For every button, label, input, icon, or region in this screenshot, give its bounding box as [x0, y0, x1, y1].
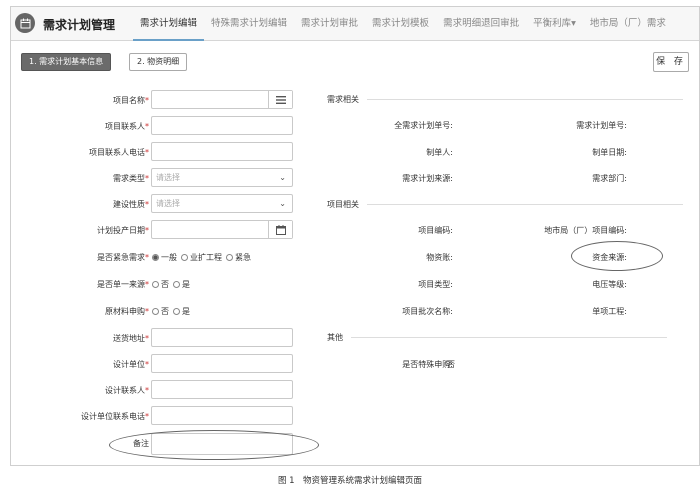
urgent-radio-group: 一般 业扩工程 紧急 [152, 252, 251, 263]
special-purchase-value: 否 [447, 360, 455, 369]
app-window: 需求计划管理 需求计划编辑 特殊需求计划编辑 需求计划审批 需求计划模板 需求明… [10, 6, 700, 466]
radio-icon [152, 281, 159, 288]
demand-dept-label: 需求部门: [592, 174, 627, 183]
create-date-label: 制单日期: [592, 148, 627, 157]
tab-bar: 需求计划编辑 特殊需求计划编辑 需求计划审批 需求计划模板 需求明细退回审批 平… [133, 7, 673, 41]
tab-return-approval[interactable]: 需求明细退回审批 [436, 7, 526, 41]
plan-date-input[interactable] [151, 220, 293, 239]
raw-material-label: 原材料申购* [105, 307, 149, 316]
voltage-level-label: 电压等级: [592, 280, 627, 289]
special-purchase-label: 是否特殊申购: [402, 360, 453, 369]
is-urgent-label: 是否紧急需求* [97, 253, 149, 262]
chevron-down-icon: ⌄ [279, 199, 286, 208]
urgent-option-expansion[interactable]: 业扩工程 [181, 252, 222, 263]
design-unit-label: 设计单位* [113, 360, 149, 369]
tab-special-plan-edit[interactable]: 特殊需求计划编辑 [204, 7, 294, 41]
date-picker-button[interactable] [268, 221, 292, 238]
section-demand: 需求相关 [327, 94, 683, 105]
save-button[interactable]: 保 存 [653, 52, 689, 72]
project-name-label: 项目名称* [113, 96, 149, 105]
plan-date-label: 计划投产日期* [97, 226, 149, 235]
project-contact-phone-label: 项目联系人电话* [89, 148, 149, 157]
top-bar: 需求计划管理 需求计划编辑 特殊需求计划编辑 需求计划审批 需求计划模板 需求明… [11, 7, 699, 41]
project-code-label: 项目编码: [418, 226, 453, 235]
fund-source-label: 资金来源: [592, 253, 627, 262]
demand-type-select[interactable]: 请选择 ⌄ [151, 168, 293, 187]
single-source-radio-group: 否 是 [152, 279, 190, 290]
list-picker-button[interactable] [268, 91, 292, 108]
construction-nature-select[interactable]: 请选择 ⌄ [151, 194, 293, 213]
project-contact-phone-input[interactable] [151, 142, 293, 161]
tab-plan-edit[interactable]: 需求计划编辑 [133, 7, 205, 41]
delivery-address-label: 送货地址* [113, 334, 149, 343]
plan-no-label: 需求计划单号: [576, 121, 627, 130]
single-source-no[interactable]: 否 [152, 279, 169, 290]
remark-label: 备注 [133, 439, 149, 448]
tab-plan-approval[interactable]: 需求计划审批 [294, 7, 365, 41]
calendar-icon [15, 13, 35, 33]
section-project: 项目相关 [327, 199, 683, 210]
full-plan-no-label: 全需求计划单号: [394, 121, 453, 130]
delivery-address-input[interactable] [151, 328, 293, 347]
project-name-input[interactable] [151, 90, 293, 109]
design-contact-label: 设计联系人* [105, 386, 149, 395]
project-type-label: 项目类型: [418, 280, 453, 289]
list-icon [275, 95, 286, 104]
single-source-yes[interactable]: 是 [173, 279, 190, 290]
approval-name-label: 项目批次名称: [402, 307, 453, 316]
design-contact-phone-label: 设计单位联系电话* [81, 412, 149, 421]
urgent-option-normal[interactable]: 一般 [152, 252, 177, 263]
construction-nature-label: 建设性质* [113, 200, 149, 209]
section-other: 其他 [327, 332, 667, 343]
radio-checked-icon [152, 254, 159, 261]
project-contact-input[interactable] [151, 116, 293, 135]
step-basic-info-button[interactable]: 1. 需求计划基本信息 [21, 53, 112, 71]
radio-icon [173, 308, 180, 315]
raw-material-no[interactable]: 否 [152, 306, 169, 317]
tab-city-demand[interactable]: 地市局（厂）需求 [583, 7, 673, 41]
design-contact-phone-input[interactable] [151, 406, 293, 425]
raw-material-radio-group: 否 是 [152, 306, 190, 317]
raw-material-yes[interactable]: 是 [173, 306, 190, 317]
radio-icon [181, 254, 188, 261]
step-material-detail-button[interactable]: 2. 物资明细 [129, 53, 188, 71]
radio-icon [226, 254, 233, 261]
plan-source-label: 需求计划来源: [402, 174, 453, 183]
project-contact-label: 项目联系人* [105, 122, 149, 131]
demand-type-label: 需求类型* [113, 174, 149, 183]
figure-caption: 图 1 物资管理系统需求计划编辑页面 [277, 476, 423, 486]
calendar-icon [275, 224, 286, 235]
single-project-label: 单项工程: [592, 307, 627, 316]
remark-input[interactable] [151, 433, 293, 455]
material-account-label: 物资账: [426, 253, 453, 262]
tab-plan-template[interactable]: 需求计划模板 [365, 7, 436, 41]
city-project-code-label: 地市局（厂）项目编码: [544, 226, 627, 235]
radio-icon [152, 308, 159, 315]
radio-icon [173, 281, 180, 288]
urgent-option-urgent[interactable]: 紧急 [226, 252, 251, 263]
app-title: 需求计划管理 [43, 18, 116, 32]
design-unit-input[interactable] [151, 354, 293, 373]
chevron-down-icon: ⌄ [279, 173, 286, 182]
creator-label: 制单人: [426, 148, 453, 157]
single-source-label: 是否单一来源* [97, 280, 149, 289]
tab-balance-stock[interactable]: 平衡利库▾ [526, 7, 583, 41]
design-contact-input[interactable] [151, 380, 293, 399]
